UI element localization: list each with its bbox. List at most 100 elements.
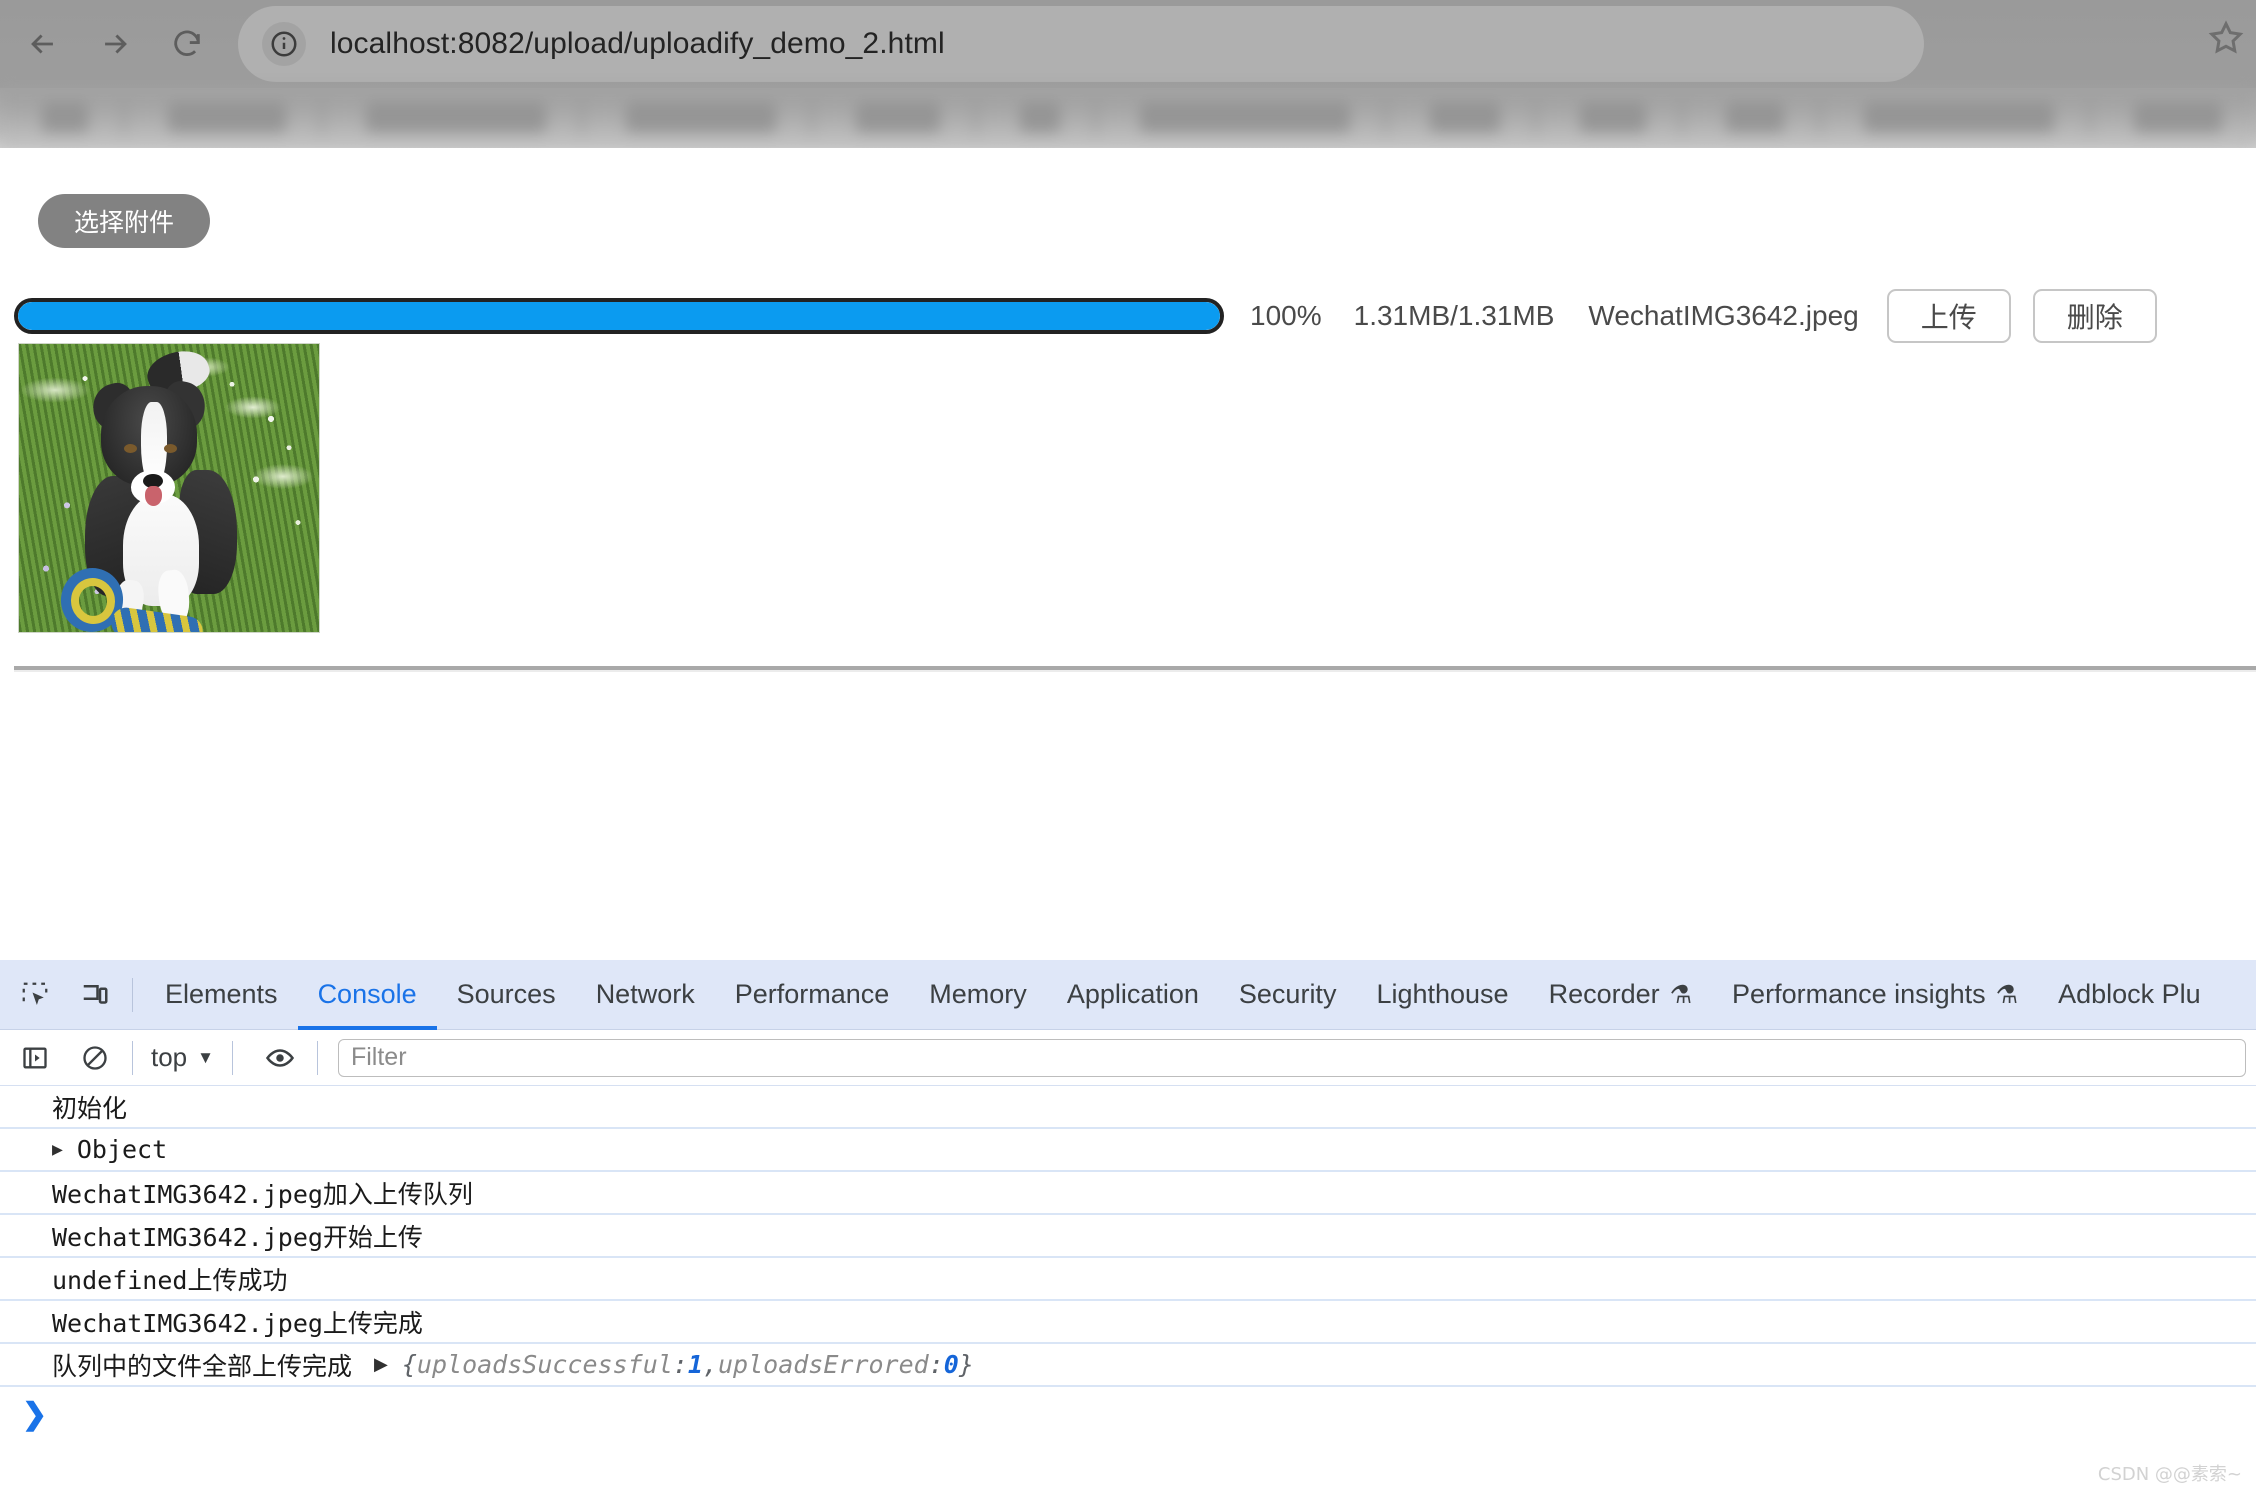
console-message-text: WechatIMG3642.jpeg开始上传 bbox=[52, 1222, 423, 1252]
back-icon[interactable] bbox=[14, 15, 72, 73]
bookmark-item[interactable] bbox=[626, 103, 776, 133]
expand-arrow-icon[interactable]: ▶ bbox=[52, 1139, 63, 1160]
expand-arrow-icon[interactable]: ▶ bbox=[374, 1354, 388, 1375]
console-sidebar-icon[interactable] bbox=[10, 1033, 60, 1083]
tab-memory[interactable]: Memory bbox=[909, 960, 1047, 1030]
delete-button[interactable]: 删除 bbox=[2032, 289, 2157, 343]
clear-console-icon[interactable] bbox=[70, 1033, 120, 1083]
bookmark-separator bbox=[122, 101, 126, 135]
watermark: CSDN @@素索~ bbox=[2097, 1464, 2242, 1485]
upload-percent-label: 100% bbox=[1250, 300, 1322, 331]
object-close-brace: } bbox=[958, 1350, 974, 1379]
forward-icon[interactable] bbox=[86, 15, 144, 73]
bookmark-item[interactable] bbox=[2134, 103, 2222, 133]
upload-queue-row: 100% 1.31MB/1.31MB WechatIMG3642.jpeg 上传… bbox=[0, 278, 2256, 354]
tab-label: Sources bbox=[456, 979, 556, 1009]
flask-icon: ⚗ bbox=[1669, 980, 1693, 1009]
reload-icon[interactable] bbox=[158, 15, 216, 73]
console-message-text: 队列中的文件全部上传完成 bbox=[52, 1351, 353, 1381]
toolbar-separator bbox=[132, 977, 133, 1012]
bookmark-star-icon[interactable] bbox=[2206, 18, 2246, 63]
console-message[interactable]: WechatIMG3642.jpeg上传完成 bbox=[0, 1301, 2256, 1344]
bookmark-item[interactable] bbox=[1726, 103, 1784, 133]
bookmark-separator bbox=[2088, 101, 2092, 135]
console-message[interactable]: WechatIMG3642.jpeg开始上传 bbox=[0, 1215, 2256, 1258]
tab-network[interactable]: Network bbox=[576, 960, 715, 1030]
console-filter-input[interactable] bbox=[337, 1038, 2246, 1077]
console-message[interactable]: WechatIMG3642.jpeg加入上传队列 bbox=[0, 1172, 2256, 1215]
console-message-with-object[interactable]: 队列中的文件全部上传完成 ▶ { uploadsSuccessful : 1 ,… bbox=[0, 1344, 2256, 1387]
bookmark-item[interactable] bbox=[1580, 103, 1646, 133]
bookmark-separator bbox=[1384, 101, 1388, 135]
site-info-icon[interactable] bbox=[262, 22, 306, 66]
bookmark-item[interactable] bbox=[1140, 103, 1350, 133]
toolbar-separator bbox=[316, 1040, 318, 1075]
object-key: uploadsErrored bbox=[717, 1350, 929, 1379]
bookmark-item[interactable] bbox=[1020, 103, 1060, 133]
tab-security[interactable]: Security bbox=[1219, 960, 1357, 1030]
bookmark-separator bbox=[580, 101, 584, 135]
tab-label: Recorder bbox=[1548, 979, 1660, 1009]
bookmark-item[interactable] bbox=[42, 103, 88, 133]
inspect-element-icon[interactable] bbox=[10, 970, 60, 1020]
bookmark-item[interactable] bbox=[1430, 103, 1500, 133]
bookmark-item[interactable] bbox=[856, 103, 940, 133]
tab-console[interactable]: Console bbox=[298, 960, 437, 1030]
execution-context-select[interactable]: top ▼ bbox=[145, 1042, 220, 1073]
bookmark-item[interactable] bbox=[366, 103, 546, 133]
bookmark-separator bbox=[1094, 101, 1098, 135]
object-comma: , bbox=[702, 1350, 718, 1379]
browser-toolbar: localhost:8082/upload/uploadify_demo_2.h… bbox=[0, 0, 2256, 88]
flask-icon: ⚗ bbox=[1995, 980, 2019, 1009]
console-message-list: 初始化 ▶ Object WechatIMG3642.jpeg加入上传队列 We… bbox=[0, 1086, 2256, 1500]
console-message[interactable]: 初始化 bbox=[0, 1086, 2256, 1129]
live-expression-eye-icon[interactable] bbox=[255, 1033, 305, 1083]
console-message-text: WechatIMG3642.jpeg上传完成 bbox=[52, 1308, 423, 1338]
object-open-brace: { bbox=[401, 1350, 417, 1379]
object-preview[interactable]: ▶ { uploadsSuccessful : 1 , uploadsError… bbox=[374, 1350, 974, 1379]
tab-elements[interactable]: Elements bbox=[145, 960, 298, 1030]
tab-sources[interactable]: Sources bbox=[437, 960, 576, 1030]
tab-adblock-plus[interactable]: Adblock Plu bbox=[2038, 960, 2221, 1030]
tab-label: Performance bbox=[734, 979, 890, 1009]
upload-thumbnail bbox=[18, 343, 320, 633]
tab-lighthouse[interactable]: Lighthouse bbox=[1356, 960, 1528, 1030]
devtools-panel: Elements Console Sources Network Perform… bbox=[0, 960, 2256, 1502]
url-text: localhost:8082/upload/uploadify_demo_2.h… bbox=[330, 27, 945, 60]
tab-performance[interactable]: Performance bbox=[715, 960, 910, 1030]
bookmark-separator bbox=[320, 101, 324, 135]
object-colon: : bbox=[672, 1350, 688, 1379]
object-value: 0 bbox=[943, 1350, 959, 1379]
upload-filename-label: WechatIMG3642.jpeg bbox=[1588, 300, 1859, 331]
tab-label: Lighthouse bbox=[1376, 979, 1509, 1009]
tab-performance-insights[interactable]: Performance insights ⚗ bbox=[1712, 960, 2038, 1030]
tab-label: Security bbox=[1238, 979, 1337, 1009]
tab-label: Elements bbox=[165, 979, 278, 1009]
device-toolbar-icon[interactable] bbox=[70, 970, 120, 1020]
console-message-text: Object bbox=[76, 1135, 168, 1164]
object-key: uploadsSuccessful bbox=[416, 1350, 673, 1379]
console-message-text: WechatIMG3642.jpeg加入上传队列 bbox=[52, 1179, 473, 1209]
console-message[interactable]: undefined上传成功 bbox=[0, 1258, 2256, 1301]
dog-tongue bbox=[145, 486, 162, 506]
object-value: 1 bbox=[687, 1350, 703, 1379]
tab-label: Application bbox=[1066, 979, 1199, 1009]
bookmark-separator bbox=[810, 101, 814, 135]
tab-recorder[interactable]: Recorder ⚗ bbox=[1529, 960, 1712, 1030]
bookmark-item[interactable] bbox=[1864, 103, 2054, 133]
bookmark-item[interactable] bbox=[168, 103, 286, 133]
bookmark-separator bbox=[1534, 101, 1538, 135]
tab-application[interactable]: Application bbox=[1047, 960, 1219, 1030]
bookmark-separator bbox=[974, 101, 978, 135]
console-prompt[interactable]: ❯ bbox=[0, 1387, 2256, 1441]
select-attachment-button[interactable]: 选择附件 bbox=[38, 194, 210, 248]
toolbar-separator bbox=[132, 1040, 133, 1075]
address-bar[interactable]: localhost:8082/upload/uploadify_demo_2.h… bbox=[238, 6, 1924, 82]
context-label: top bbox=[151, 1042, 188, 1072]
console-message-text: 初始化 bbox=[52, 1093, 128, 1123]
bookmark-separator bbox=[1818, 101, 1822, 135]
browser-chrome: localhost:8082/upload/uploadify_demo_2.h… bbox=[0, 0, 2256, 148]
console-message[interactable]: ▶ Object bbox=[0, 1129, 2256, 1172]
upload-button[interactable]: 上传 bbox=[1886, 289, 2011, 343]
content-divider bbox=[14, 666, 2256, 672]
